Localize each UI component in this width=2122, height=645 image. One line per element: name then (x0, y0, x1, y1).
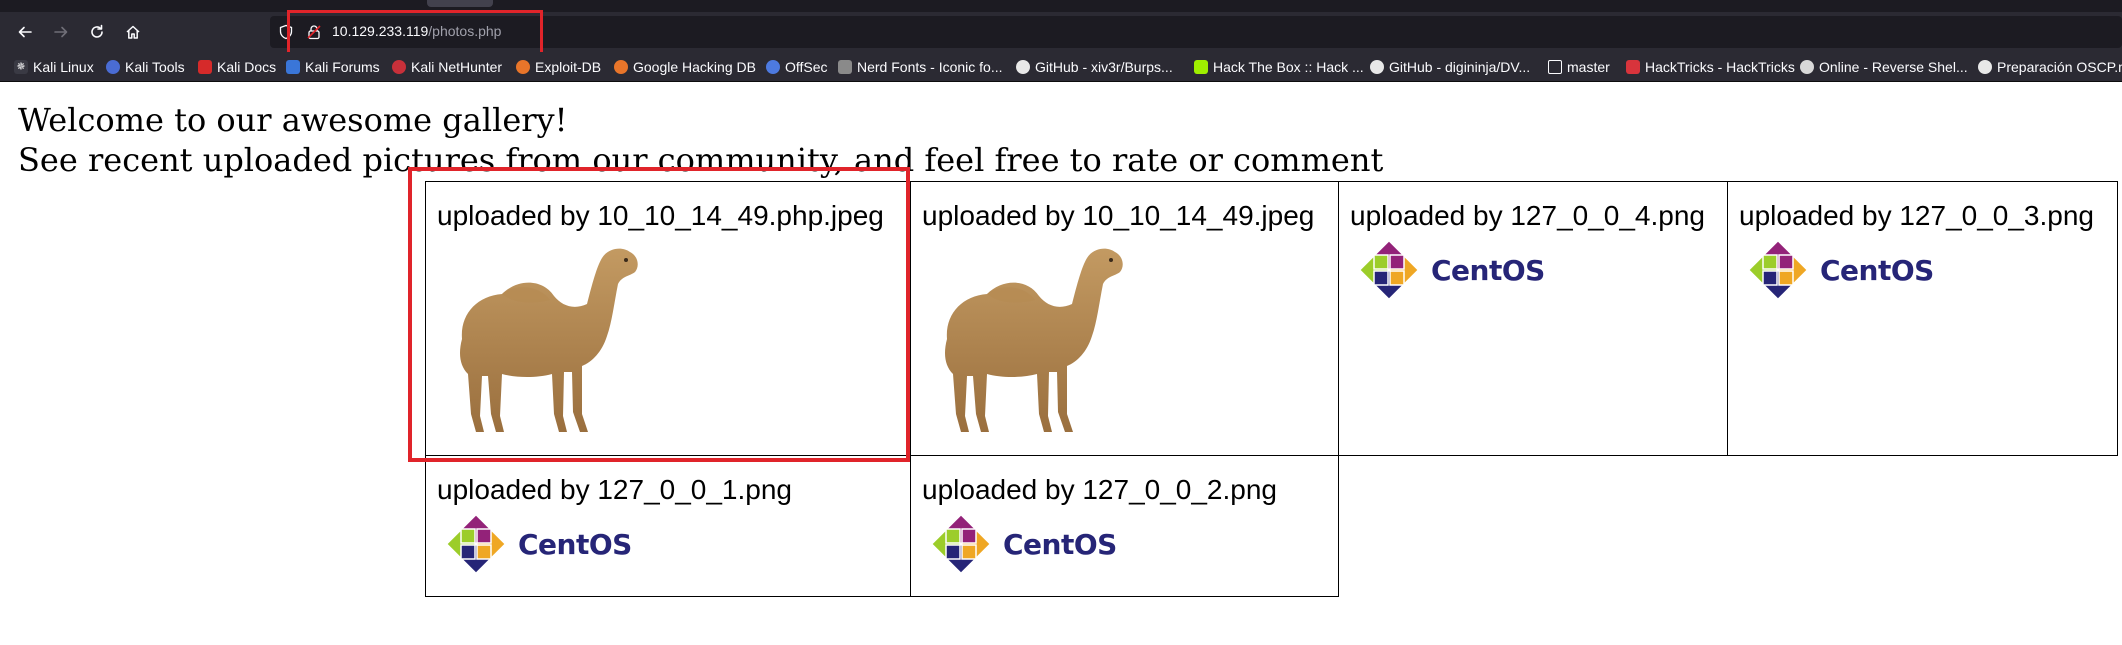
kali-tools-icon (106, 60, 120, 74)
gallery-caption: uploaded by 127_0_0_3.png (1739, 200, 2095, 231)
htb-icon (1194, 60, 1208, 74)
bookmark-label: Kali Linux (33, 59, 94, 75)
bookmark-label: Google Hacking DB (633, 59, 756, 75)
gallery-cell: uploaded by 10_10_14_49.jpeg (910, 181, 1339, 456)
camel-image[interactable] (442, 244, 647, 440)
page-content: Welcome to our awesome gallery! See rece… (0, 83, 2122, 645)
bookmark-label: HackTricks - HackTricks (1645, 59, 1795, 75)
github-icon (1978, 60, 1992, 74)
reload-button[interactable] (82, 17, 112, 47)
centos-logo-icon (447, 515, 505, 573)
page-title: Welcome to our awesome gallery! (18, 101, 568, 139)
kali-forums-icon (286, 60, 300, 74)
bookmark-offsec[interactable]: OffSec (766, 58, 828, 76)
offsec-icon (766, 60, 780, 74)
github-icon (1016, 60, 1030, 74)
back-button[interactable] (10, 17, 40, 47)
arrow-left-icon (18, 26, 32, 38)
bookmark-label: Hack The Box :: Hack ... (1213, 59, 1364, 75)
nerd-fonts-icon (838, 60, 852, 74)
github-icon (1370, 60, 1384, 74)
forward-button[interactable] (46, 17, 76, 47)
centos-wordmark: CentOS (1820, 253, 1934, 287)
hacktricks-icon (1626, 60, 1640, 74)
page-subtitle: See recent uploaded pictures from our co… (18, 141, 1384, 179)
kali-dragon-icon: ✵ (14, 60, 28, 74)
home-icon (126, 25, 140, 39)
bookmark-github-burps[interactable]: GitHub - xiv3r/Burps... (1016, 58, 1173, 76)
gallery-caption: uploaded by 127_0_0_4.png (1350, 200, 1706, 231)
bookmark-label: Online - Reverse Shel... (1819, 59, 1968, 75)
home-button[interactable] (118, 17, 148, 47)
gallery-caption: uploaded by 127_0_0_1.png (437, 474, 793, 505)
centos-logo-icon (932, 515, 990, 573)
bookmark-exploit-db[interactable]: Exploit-DB (516, 58, 601, 76)
centos-logo-image[interactable]: CentOS (931, 514, 1117, 574)
exploit-db-icon (516, 60, 530, 74)
ghdb-icon (614, 60, 628, 74)
gallery-caption: uploaded by 10_10_14_49.php.jpeg (437, 200, 884, 231)
bookmarks-toolbar: ✵ Kali Linux Kali Tools Kali Docs Kali Fo… (0, 52, 2122, 82)
centos-wordmark: CentOS (1003, 527, 1117, 561)
bookmark-google-hacking-db[interactable]: Google Hacking DB (614, 58, 756, 76)
gallery-cell: uploaded by 127_0_0_3.png CentOS (1727, 181, 2118, 456)
bookmark-reverse-shell[interactable]: Online - Reverse Shel... (1800, 58, 1968, 76)
bookmark-kali-tools[interactable]: Kali Tools (106, 58, 185, 76)
bookmark-github-dvwa[interactable]: GitHub - digininja/DV... (1370, 58, 1530, 76)
active-tab[interactable] (427, 0, 493, 7)
bookmark-label: Preparación OSCP.m (1997, 59, 2122, 75)
bookmark-label: Kali Forums (305, 59, 380, 75)
bookmark-label: Kali NetHunter (411, 59, 503, 75)
centos-wordmark: CentOS (518, 527, 632, 561)
centos-logo-image[interactable]: CentOS (1748, 240, 1934, 300)
gallery-cell: uploaded by 127_0_0_2.png CentOS (910, 455, 1339, 597)
url-bar[interactable]: 10.129.233.119/photos.php (270, 16, 2122, 48)
arrow-right-icon (54, 26, 68, 38)
bookmark-kali-docs[interactable]: Kali Docs (198, 58, 276, 76)
kali-docs-icon (198, 60, 212, 74)
bookmark-label: GitHub - digininja/DV... (1389, 59, 1531, 75)
bookmark-folder-master[interactable]: master (1548, 58, 1610, 76)
gallery-caption: uploaded by 10_10_14_49.jpeg (922, 200, 1315, 231)
camel-drawing (460, 248, 638, 432)
camel-image[interactable] (927, 244, 1132, 440)
bookmark-label: Exploit-DB (535, 59, 602, 75)
bookmark-label: GitHub - xiv3r/Burps... (1035, 59, 1173, 75)
gallery-cell: uploaded by 127_0_0_4.png CentOS (1338, 181, 1728, 456)
bookmark-label: OffSec (785, 59, 828, 75)
bookmark-label: master (1567, 59, 1610, 75)
centos-logo-image[interactable]: CentOS (446, 514, 632, 574)
nethunter-icon (392, 60, 406, 74)
skull-icon (1800, 60, 1814, 74)
url-annotation-box (287, 10, 543, 55)
bookmark-nerd-fonts[interactable]: Nerd Fonts - Iconic fo... (838, 58, 1003, 76)
bookmark-kali-nethunter[interactable]: Kali NetHunter (392, 58, 502, 76)
bookmark-hack-the-box[interactable]: Hack The Box :: Hack ... (1194, 58, 1364, 76)
centos-wordmark: CentOS (1431, 253, 1545, 287)
folder-icon (1548, 60, 1562, 74)
gallery-cell: uploaded by 10_10_14_49.php.jpeg (425, 181, 911, 456)
gallery-cell: uploaded by 127_0_0_1.png CentOS (425, 455, 911, 597)
bookmark-label: Kali Tools (125, 59, 185, 75)
gallery-caption: uploaded by 127_0_0_2.png (922, 474, 1278, 505)
bookmark-kali-forums[interactable]: Kali Forums (286, 58, 380, 76)
camel-drawing (945, 248, 1123, 432)
centos-logo-icon (1360, 241, 1418, 299)
bookmark-label: Nerd Fonts - Iconic fo... (857, 59, 1003, 75)
bookmark-hacktricks[interactable]: HackTricks - HackTricks (1626, 58, 1795, 76)
bookmark-oscp[interactable]: Preparación OSCP.m (1978, 58, 2122, 76)
bookmark-label: Kali Docs (217, 59, 277, 75)
bookmark-kali-linux[interactable]: ✵ Kali Linux (14, 58, 94, 76)
gallery-table: uploaded by 10_10_14_49.php.jpeg uploade… (425, 181, 2118, 597)
centos-logo-icon (1749, 241, 1807, 299)
centos-logo-image[interactable]: CentOS (1359, 240, 1545, 300)
reload-icon (91, 24, 103, 38)
